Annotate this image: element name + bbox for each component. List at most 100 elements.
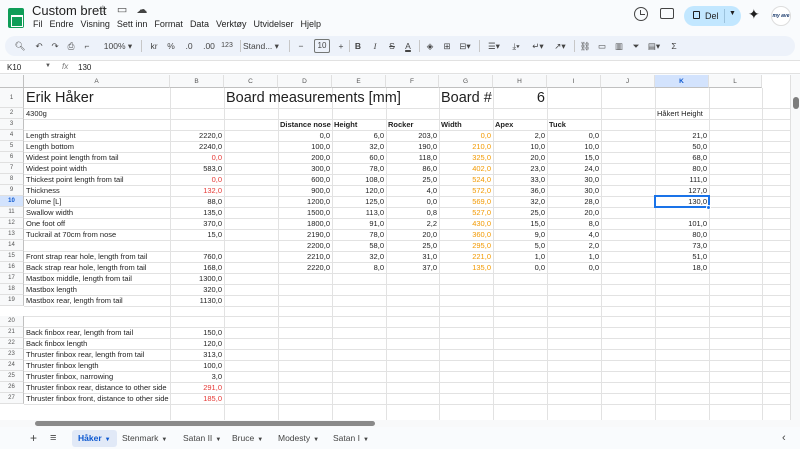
insert-link-icon[interactable]: ⛓ <box>579 40 591 52</box>
row-header[interactable]: 27 <box>0 393 24 404</box>
measurement-value[interactable]: 10,0 <box>547 141 601 152</box>
column-header[interactable]: E <box>332 75 386 88</box>
measurement-value[interactable]: 80,0 <box>655 229 709 240</box>
measurement-value[interactable]: 8,0 <box>332 262 386 273</box>
font-size-decrease-icon[interactable]: − <box>295 40 307 52</box>
chevron-down-icon[interactable]: ▼ <box>257 437 263 443</box>
history-icon[interactable] <box>634 7 648 21</box>
parameter-value[interactable]: 132,0 <box>170 185 224 196</box>
chevron-down-icon[interactable]: ▼ <box>215 437 221 443</box>
filter-views-icon[interactable]: ▤▾ <box>645 40 663 52</box>
measurement-value[interactable]: 73,0 <box>655 240 709 251</box>
parameter-value[interactable]: 313,0 <box>170 349 224 360</box>
add-sheet-icon[interactable]: + <box>24 430 43 447</box>
row-header[interactable]: 23 <box>0 349 24 360</box>
parameter-value[interactable]: 760,0 <box>170 251 224 262</box>
redo-icon[interactable]: ↷ <box>49 40 61 52</box>
column-header[interactable]: F <box>386 75 439 88</box>
parameter-value[interactable]: 15,0 <box>170 229 224 240</box>
measurement-value[interactable]: 325,0 <box>439 152 493 163</box>
measurement-value[interactable]: 125,0 <box>332 196 386 207</box>
row-header[interactable]: 18 <box>0 284 24 295</box>
measurement-value[interactable]: 118,0 <box>386 152 439 163</box>
measurement-value[interactable]: 25,0 <box>493 207 547 218</box>
measurement-value[interactable]: 21,0 <box>655 130 709 141</box>
horizontal-align-icon[interactable]: ☰▾ <box>485 40 503 52</box>
row-header[interactable]: 16 <box>0 262 24 273</box>
parameter-value[interactable]: 1300,0 <box>170 273 224 284</box>
filter-icon[interactable]: ⏷ <box>630 40 642 52</box>
sheet-tab[interactable]: Satan II ▼ <box>177 430 227 447</box>
sheets-logo-icon[interactable] <box>8 8 24 28</box>
measurement-value[interactable]: 1,0 <box>493 251 547 262</box>
measurement-value[interactable]: 51,0 <box>655 251 709 262</box>
parameter-value[interactable]: 135,0 <box>170 207 224 218</box>
row-header[interactable]: 9 <box>0 185 24 196</box>
row-header[interactable]: 15 <box>0 251 24 262</box>
measurement-value[interactable]: 1800,0 <box>278 218 332 229</box>
measurement-value[interactable]: 360,0 <box>439 229 493 240</box>
measurement-value[interactable]: 2190,0 <box>278 229 332 240</box>
measurement-value[interactable]: 15,0 <box>547 152 601 163</box>
column-header[interactable]: G <box>439 75 493 88</box>
parameter-value[interactable]: 168,0 <box>170 262 224 273</box>
measurement-value[interactable]: 32,0 <box>332 251 386 262</box>
measurement-value[interactable]: 569,0 <box>439 196 493 207</box>
measurement-value[interactable]: 402,0 <box>439 163 493 174</box>
sheet-list-nav-icon[interactable]: ‹ <box>776 430 792 447</box>
spreadsheet-grid[interactable]: A B C D E F G H I J K L 1 2 3 4 5 6 7 8 9 10 11 12 13 14 15 16 17 18 1… <box>0 75 790 420</box>
text-color-button[interactable]: A <box>402 40 414 52</box>
measurement-value[interactable]: 15,0 <box>493 218 547 229</box>
zoom-select[interactable]: 100% ▾ <box>101 40 135 52</box>
row-header[interactable]: 22 <box>0 338 24 349</box>
search-menus-icon[interactable]: 🔍︎ <box>13 40 27 52</box>
measurement-value[interactable]: 1500,0 <box>278 207 332 218</box>
sheet-tab[interactable]: Håker ▼ <box>72 430 117 447</box>
measurement-value[interactable]: 0,0 <box>386 196 439 207</box>
menu-item[interactable]: Visning <box>80 19 111 29</box>
measurement-value[interactable]: 2,0 <box>547 240 601 251</box>
parameter-value[interactable]: 150,0 <box>170 327 224 338</box>
measurement-value[interactable]: 120,0 <box>332 185 386 196</box>
text-wrap-icon[interactable]: ↵▾ <box>529 40 547 52</box>
measurement-value[interactable]: 0,0 <box>439 130 493 141</box>
column-header[interactable]: D <box>278 75 332 88</box>
measurement-value[interactable]: 31,0 <box>386 251 439 262</box>
functions-button[interactable]: Σ <box>668 40 680 52</box>
parameter-value[interactable]: 3,0 <box>170 371 224 382</box>
measurement-value[interactable]: 33,0 <box>493 174 547 185</box>
bold-button[interactable]: B <box>352 40 364 52</box>
measurement-value[interactable]: 203,0 <box>386 130 439 141</box>
measurement-value[interactable]: 0,8 <box>386 207 439 218</box>
measurement-value[interactable]: 100,0 <box>278 141 332 152</box>
row-header[interactable]: 24 <box>0 360 24 371</box>
measurement-value[interactable]: 25,0 <box>386 174 439 185</box>
chevron-down-icon[interactable]: ▼ <box>105 437 111 443</box>
measurement-value[interactable]: 221,0 <box>439 251 493 262</box>
row-header[interactable]: 4 <box>0 130 24 141</box>
measurement-value[interactable]: 4,0 <box>547 229 601 240</box>
parameter-value[interactable]: 100,0 <box>170 360 224 371</box>
parameter-value[interactable]: 291,0 <box>170 382 224 393</box>
parameter-value[interactable]: 2240,0 <box>170 141 224 152</box>
strikethrough-button[interactable]: S <box>386 40 398 52</box>
measurement-value[interactable]: 101,0 <box>655 218 709 229</box>
row-header[interactable]: 17 <box>0 273 24 284</box>
row-header[interactable]: 12 <box>0 218 24 229</box>
measurement-value[interactable]: 900,0 <box>278 185 332 196</box>
paint-format-icon[interactable]: ⌐ <box>81 40 93 52</box>
measurement-value[interactable]: 200,0 <box>278 152 332 163</box>
print-icon[interactable]: ⎙ <box>65 40 77 52</box>
font-select[interactable]: Stand... ▾ <box>243 40 285 52</box>
chevron-down-icon[interactable]: ▼ <box>729 10 736 17</box>
formula-input[interactable]: 130 <box>78 63 91 72</box>
merge-cells-icon[interactable]: ⊟▾ <box>456 40 474 52</box>
row-header[interactable]: 21 <box>0 327 24 338</box>
insert-comment-icon[interactable]: ▭ <box>596 40 608 52</box>
measurement-value[interactable]: 2,0 <box>493 130 547 141</box>
chevron-down-icon[interactable]: ▼ <box>363 437 369 443</box>
measurement-value[interactable]: 20,0 <box>547 207 601 218</box>
document-title[interactable]: Custom brett <box>32 3 106 18</box>
column-header[interactable]: J <box>601 75 655 88</box>
row-header[interactable]: 8 <box>0 174 24 185</box>
